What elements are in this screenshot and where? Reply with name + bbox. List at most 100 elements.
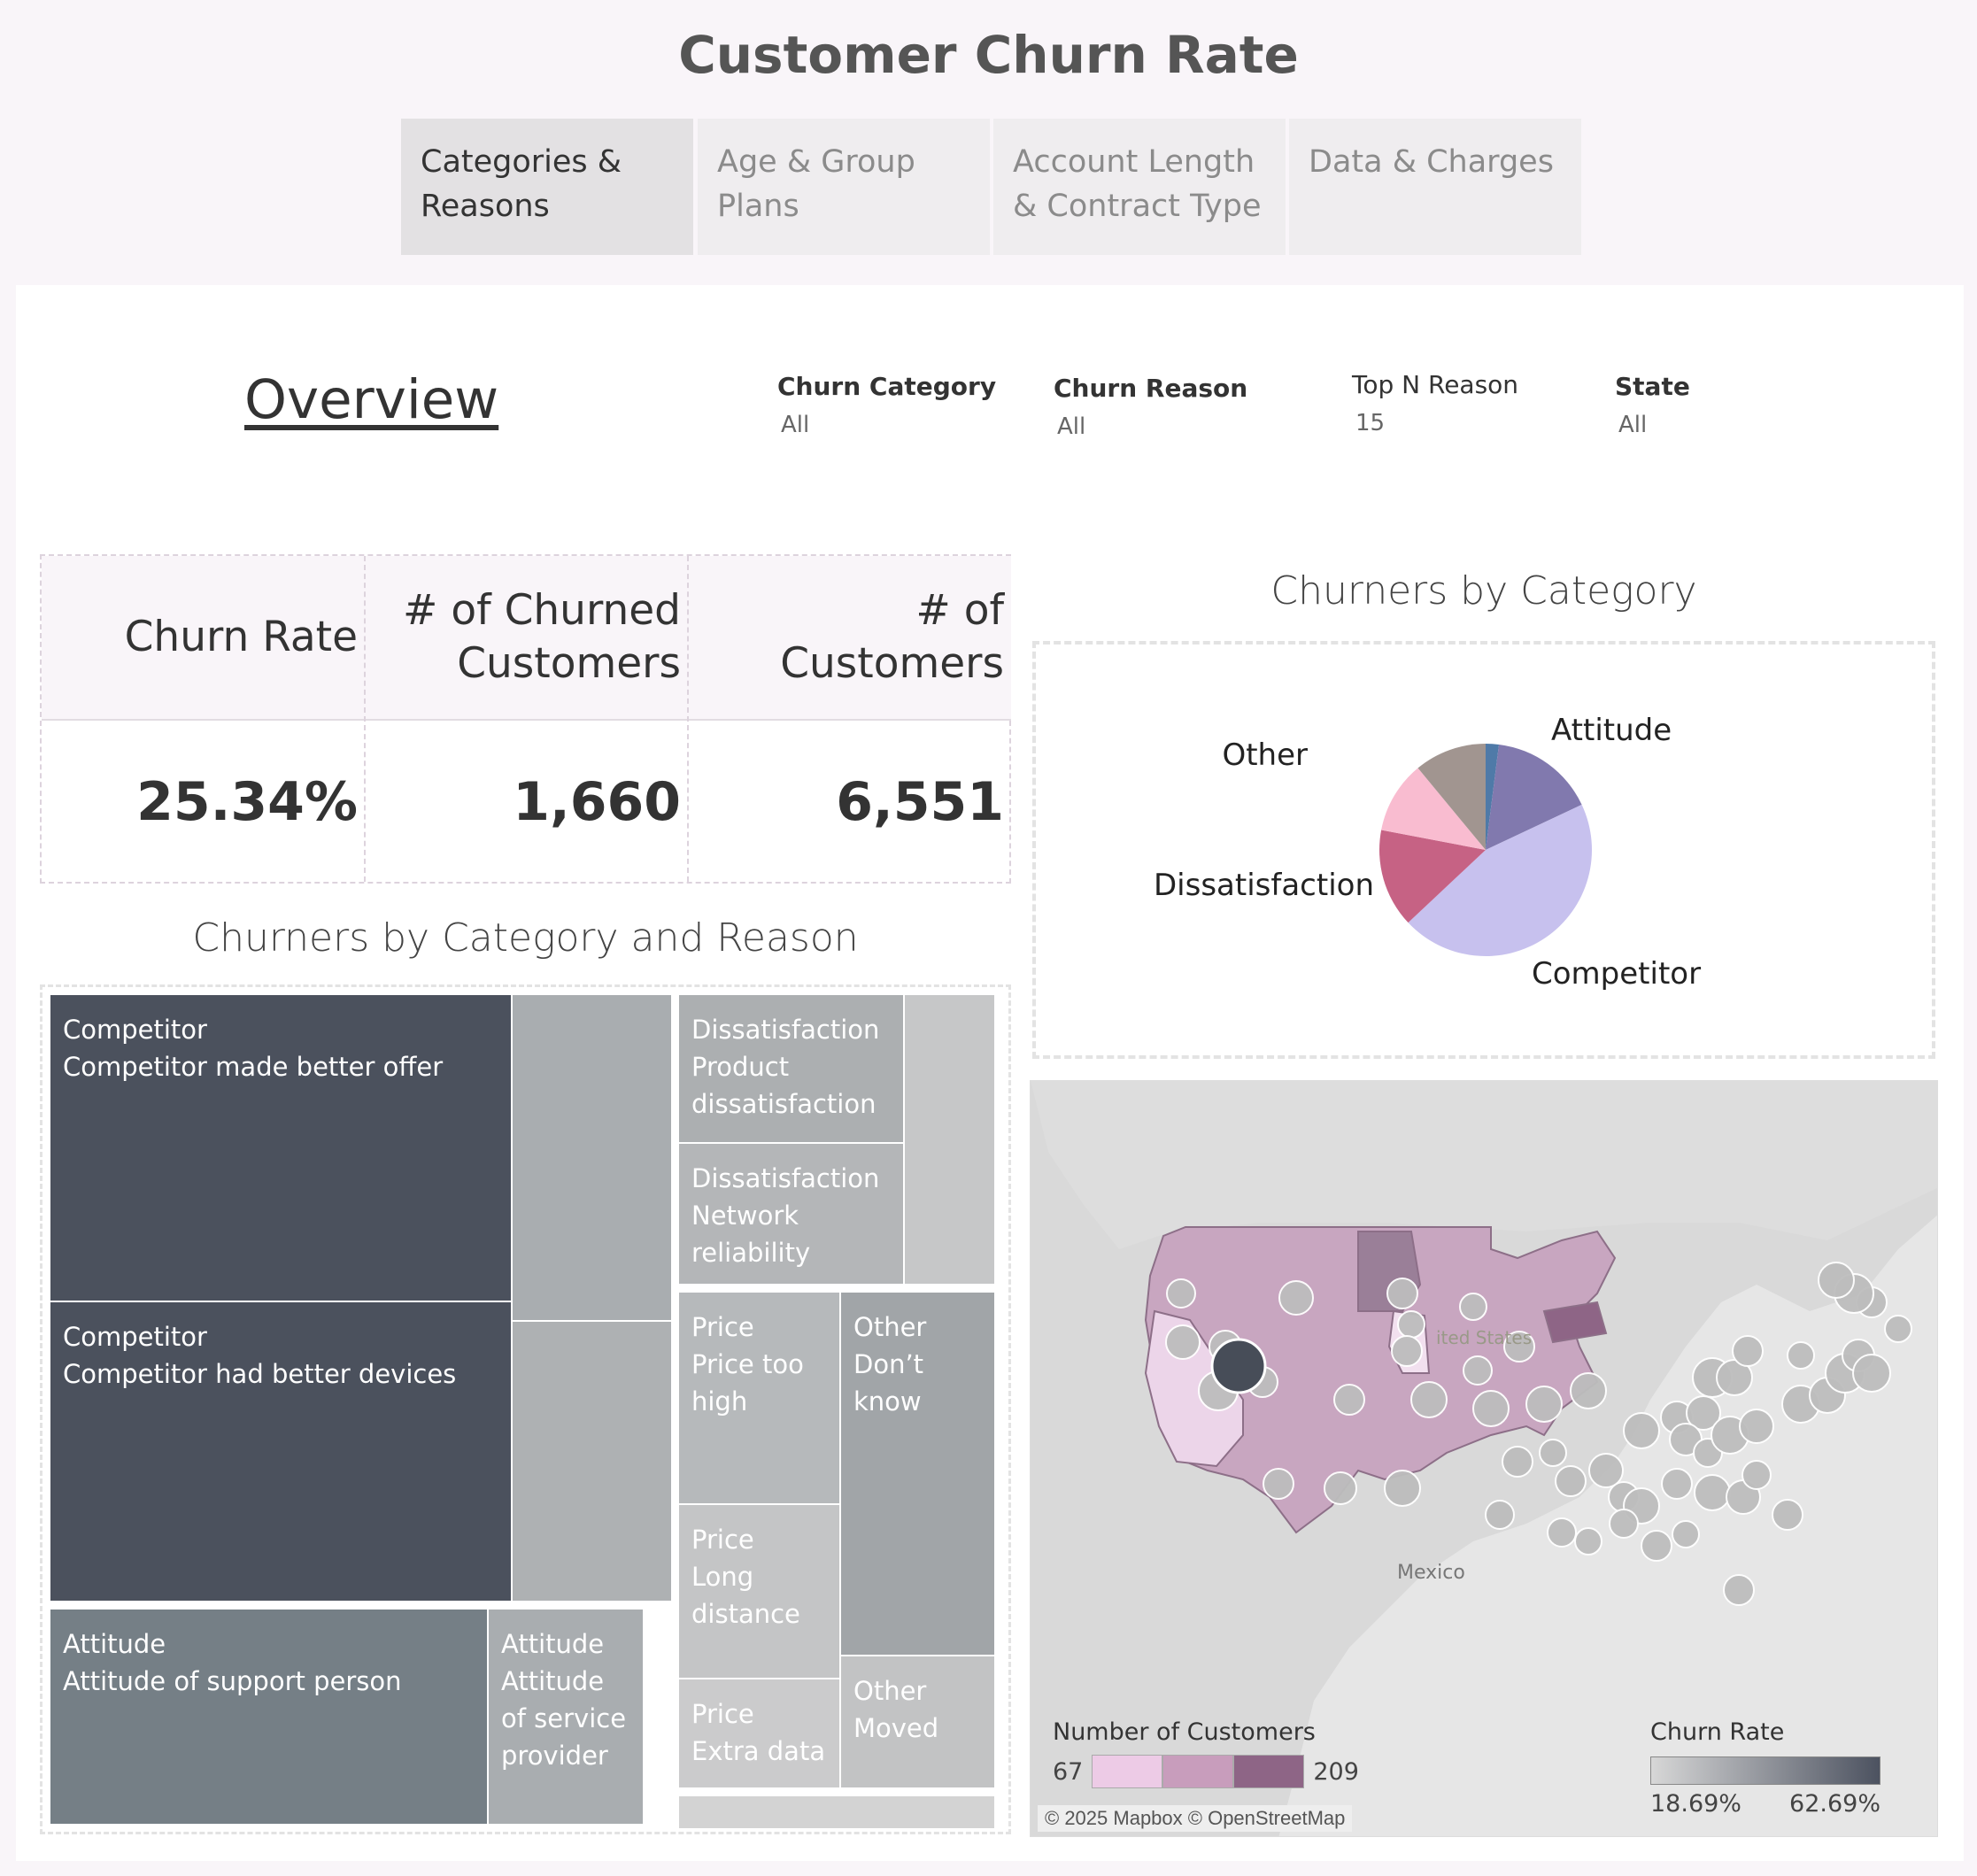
map-dot[interactable]: [1574, 1527, 1602, 1556]
pie-label: Competitor: [1532, 956, 1701, 992]
map-dot[interactable]: [1772, 1499, 1803, 1531]
treemap-tile[interactable]: Price Price too high: [679, 1293, 841, 1505]
kpi-churned-customers: # of Churned Customers 1,660: [365, 556, 688, 882]
filter-churn-category[interactable]: Churn Category All: [777, 372, 996, 438]
treemap-tile[interactable]: Other Moved: [841, 1656, 996, 1789]
page-title: Customer Churn Rate: [678, 25, 1299, 85]
map-dot[interactable]: [1485, 1500, 1515, 1530]
tab-categories-reasons[interactable]: Categories & Reasons: [401, 119, 693, 255]
legend-number-of-customers: Number of Customers 67 209: [1053, 1718, 1359, 1788]
map-dot[interactable]: [1391, 1335, 1423, 1367]
map-dot[interactable]: [1502, 1446, 1533, 1478]
treemap-tile-unlabeled[interactable]: [513, 1322, 673, 1602]
map-dot[interactable]: [1555, 1465, 1587, 1497]
map-dot[interactable]: [1884, 1315, 1912, 1343]
filter-value[interactable]: All: [777, 412, 996, 438]
pie-label: Other: [1222, 737, 1308, 773]
map-dot[interactable]: [1570, 1372, 1607, 1409]
map-dot[interactable]: [1333, 1384, 1365, 1416]
treemap-tile-unlabeled[interactable]: [905, 995, 996, 1285]
tile-reason: Moved: [853, 1713, 939, 1743]
treemap-tile[interactable]: Attitude Attitude of support person: [50, 1610, 489, 1826]
tab-age-group-plans[interactable]: Age & Group Plans: [698, 119, 990, 255]
map-dot[interactable]: [1397, 1310, 1425, 1339]
legend-gradient: [1650, 1756, 1880, 1785]
legend-min: 67: [1053, 1757, 1084, 1786]
tile-category: Attitude: [63, 1629, 166, 1659]
map-dot[interactable]: [1410, 1381, 1448, 1418]
tab-data-charges[interactable]: Data & Charges: [1289, 119, 1581, 255]
map-dot[interactable]: [1263, 1468, 1294, 1500]
map-dot[interactable]: [1641, 1530, 1672, 1562]
filter-state[interactable]: State All: [1615, 372, 1690, 438]
legend-swatch: [1162, 1755, 1234, 1788]
treemap-chart: Competitor Competitor made better offer Co…: [40, 984, 1011, 1834]
treemap-tile[interactable]: Price Extra data: [679, 1679, 841, 1789]
tile-category: Competitor: [63, 1322, 207, 1352]
map-dot[interactable]: [1547, 1517, 1577, 1548]
kpi-table: Churn Rate 25.34% # of Churned Customers…: [40, 554, 1011, 884]
tile-reason: Product dissatisfaction: [691, 1052, 877, 1119]
filter-label: State: [1615, 372, 1690, 401]
filter-value[interactable]: All: [1615, 412, 1690, 438]
map-dot[interactable]: [1787, 1341, 1815, 1370]
map-dot[interactable]: [1459, 1293, 1487, 1321]
kpi-label: # of Customers: [688, 556, 1011, 721]
legend-max: 209: [1313, 1757, 1359, 1786]
map-dot[interactable]: [1539, 1439, 1567, 1467]
map-dot[interactable]: [1386, 1278, 1418, 1309]
pie-chart-container: Competitor Attitude Dissatisfaction Other: [1032, 641, 1935, 1059]
treemap-tile[interactable]: Attitude Attitude of service provider: [489, 1610, 645, 1826]
map-dot[interactable]: [1741, 1460, 1772, 1490]
map-dot[interactable]: [1694, 1474, 1731, 1511]
tile-category: Other: [853, 1676, 927, 1706]
tile-reason: Competitor had better devices: [63, 1359, 457, 1389]
map-dot[interactable]: [1384, 1470, 1421, 1507]
treemap-tile[interactable]: Competitor Competitor had better devices: [50, 1302, 513, 1602]
map-dot[interactable]: [1723, 1574, 1755, 1606]
filter-churn-reason[interactable]: Churn Reason All: [1054, 374, 1247, 440]
pie-label: Attitude: [1551, 713, 1672, 748]
treemap-tile-unlabeled[interactable]: [679, 1796, 996, 1830]
treemap-tile[interactable]: Competitor Competitor made better offer: [50, 995, 513, 1302]
big-dot-california: [1210, 1338, 1267, 1394]
tile-reason: Long distance: [691, 1562, 800, 1629]
map-dot[interactable]: [1672, 1520, 1700, 1548]
tile-reason: Attitude of service provider: [501, 1666, 627, 1771]
tile-reason: Attitude of support person: [63, 1666, 402, 1696]
churn-map[interactable]: Mexico ited States Number of Customers 6…: [1030, 1080, 1938, 1837]
kpi-value: 25.34%: [136, 771, 358, 833]
treemap-tile[interactable]: Dissatisfaction Product dissatisfaction: [679, 995, 905, 1144]
map-dot[interactable]: [1278, 1280, 1314, 1316]
tile-reason: Competitor made better offer: [63, 1052, 444, 1082]
kpi-label: # of Churned Customers: [365, 556, 688, 721]
map-dot[interactable]: [1739, 1409, 1774, 1444]
overview-heading: Overview: [244, 368, 499, 431]
treemap-tile[interactable]: Dissatisfaction Network reliability: [679, 1144, 905, 1285]
map-dot[interactable]: [1661, 1468, 1693, 1500]
map-dot[interactable]: [1525, 1386, 1563, 1423]
map-dot[interactable]: [1324, 1471, 1357, 1505]
map-label-us: ited States: [1436, 1327, 1533, 1348]
filter-top-n-reason[interactable]: Top N Reason 15: [1352, 370, 1518, 436]
tile-reason: Price too high: [691, 1349, 804, 1417]
treemap-tile[interactable]: Other Don’t know: [841, 1293, 996, 1656]
filter-value[interactable]: All: [1054, 413, 1247, 440]
legend-title: Number of Customers: [1053, 1718, 1316, 1746]
tab-account-length-contract[interactable]: Account Length & Contract Type: [993, 119, 1286, 255]
tile-category: Price: [691, 1525, 754, 1555]
map-dot[interactable]: [1732, 1335, 1764, 1367]
map-dot[interactable]: [1463, 1355, 1493, 1386]
map-dot[interactable]: [1623, 1412, 1660, 1449]
map-dot[interactable]: [1852, 1354, 1891, 1393]
map-dot[interactable]: [1165, 1324, 1201, 1360]
map-dot[interactable]: [1818, 1262, 1855, 1299]
filter-value[interactable]: 15: [1352, 410, 1518, 436]
map-dot[interactable]: [1166, 1278, 1196, 1309]
map-dot[interactable]: [1609, 1509, 1639, 1539]
treemap-tile[interactable]: Price Long distance: [679, 1505, 841, 1679]
map-dot[interactable]: [1472, 1390, 1510, 1427]
map-attribution[interactable]: © 2025 Mapbox © OpenStreetMap: [1038, 1805, 1353, 1832]
pie-label: Dissatisfaction: [1154, 868, 1374, 903]
treemap-tile-unlabeled[interactable]: [513, 995, 673, 1322]
